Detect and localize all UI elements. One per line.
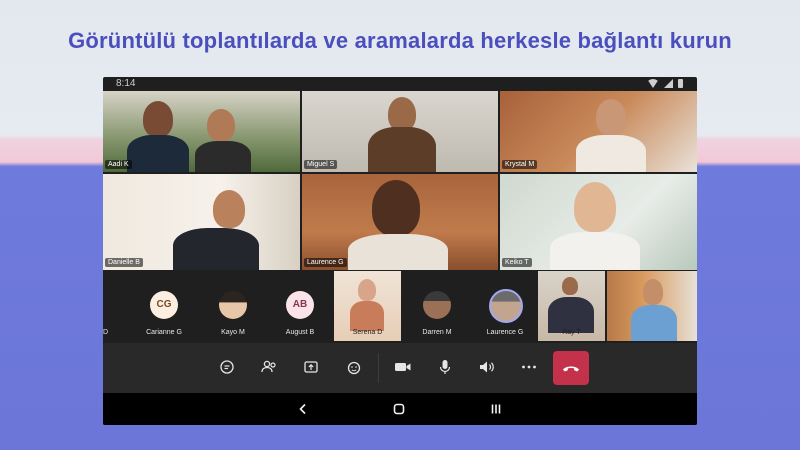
status-bar: 8:14 [103,77,697,91]
headline: Görüntülü toplantılarda ve aramalarda he… [68,28,732,53]
battery-icon [678,79,683,88]
tablet-screen: 8:14 Aadi K Miguel S Krystal M Danielle … [103,77,697,425]
participant-body [548,297,594,333]
tile-name: Laurence G [304,258,347,267]
participant-face [143,101,173,137]
participant-face [643,279,663,305]
avatar [423,291,451,319]
tile-name: Keiko T [502,258,532,267]
microphone-icon[interactable] [433,355,457,379]
participant-name: Kayo M [221,329,245,336]
hang-up-button[interactable] [553,351,589,385]
participant-body [631,305,677,341]
participant-name: Carianne G [146,329,182,336]
tile-name: Aadi K [105,160,132,169]
participant-face [358,279,376,301]
video-tile[interactable]: Krystal M [500,91,697,172]
participant-face [388,97,416,131]
participant-name: August B [285,329,315,336]
reactions-icon[interactable] [342,355,366,379]
share-screen-icon[interactable] [299,355,323,379]
participant-strip: D CG Carianne G Kayo M AB August B Seren… [103,271,697,343]
camera-icon[interactable] [391,355,415,379]
initials-avatar: CG [150,291,178,319]
participant-face [574,182,616,232]
participant-face [562,277,578,295]
video-grid: Aadi K Miguel S Krystal M Danielle B Lau… [103,91,697,271]
participant-item[interactable]: Kayo M [208,271,258,341]
participant-body [550,232,640,270]
hang-up-icon [563,366,579,372]
participant-item[interactable]: Darren M [412,271,462,341]
speaker-icon[interactable] [475,355,499,379]
status-time: 8:14 [116,78,136,89]
participant-item[interactable]: Serena D [334,271,401,341]
signal-icon [664,79,673,88]
participant-face [207,109,235,141]
recents-icon[interactable] [488,401,504,417]
back-icon[interactable] [295,401,311,417]
participant-name: Serena D [352,329,383,336]
participant-body [576,135,646,172]
participant-name: Ray T [562,329,581,336]
participant-body [127,135,189,172]
participant-name: Laurence G [486,329,524,336]
home-icon[interactable] [391,401,407,417]
avatar-speaking [489,289,523,323]
chat-icon[interactable] [215,355,239,379]
participant-item[interactable]: D [103,271,109,341]
participant-body [350,301,384,331]
participant-item[interactable]: Laurence G [479,271,531,341]
more-options-icon[interactable] [517,355,541,379]
participant-name: Darren M [422,329,452,336]
participant-item[interactable]: Ray T [538,271,605,341]
tile-name: Miguel S [304,160,338,169]
participant-face [372,180,420,236]
android-nav-bar [103,393,697,425]
video-tile[interactable]: Danielle B [103,174,300,270]
participant-face [213,190,245,228]
participant-body [348,234,448,270]
participant-body [173,228,259,270]
wifi-icon [647,79,659,88]
avatar [219,291,247,319]
video-tile[interactable]: Aadi K [103,91,300,172]
participant-body [195,141,251,172]
participant-body [368,127,436,172]
people-icon[interactable] [257,355,281,379]
participant-item[interactable]: CG Carianne G [139,271,189,341]
divider [378,353,379,383]
initials-avatar: AB [286,291,314,319]
participant-item[interactable] [607,271,697,341]
video-tile[interactable]: Keiko T [500,174,697,270]
participant-name: D [103,329,109,336]
video-tile[interactable]: Miguel S [302,91,498,172]
tile-name: Danielle B [105,258,143,267]
call-controls-bar [103,343,697,393]
tile-name: Krystal M [502,160,538,169]
participant-item[interactable]: AB August B [275,271,325,341]
participant-face [596,99,626,135]
video-tile[interactable]: Laurence G [302,174,498,270]
